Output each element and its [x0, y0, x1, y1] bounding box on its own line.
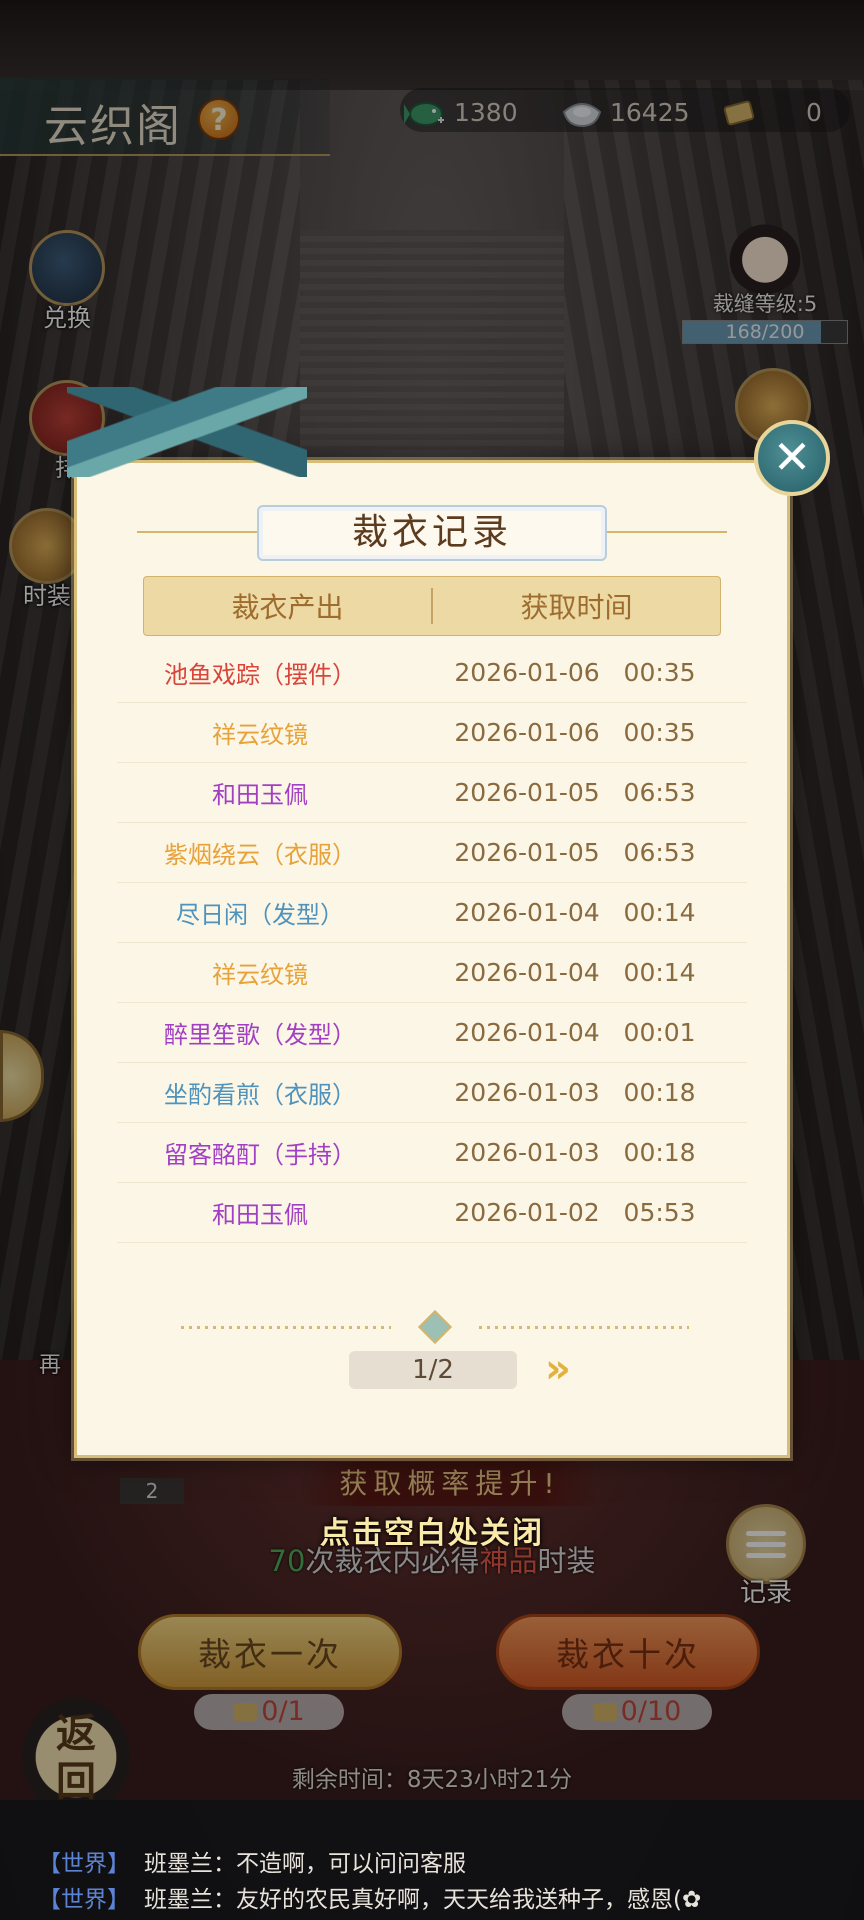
- divider-right: [479, 1326, 689, 1329]
- record-item: 紫烟绕云（衣服）: [164, 841, 356, 869]
- record-time: 2026-01-04 00:14: [454, 898, 696, 927]
- table-header: 裁衣产出 获取时间: [143, 576, 721, 636]
- tailor-record-modal: 裁衣记录 裁衣产出 获取时间 池鱼戏踪（摆件） 2026-01-06 00:35 祥…: [67, 387, 790, 1458]
- gem-icon: [418, 1310, 452, 1344]
- chat-message: 班墨兰：友好的农民真好啊，天天给我送种子，感恩(✿: [144, 1887, 702, 1913]
- record-time: 2026-01-03 00:18: [454, 1078, 696, 1107]
- record-list[interactable]: 池鱼戏踪（摆件） 2026-01-06 00:35 祥云纹镜 2026-01-06 0…: [117, 643, 747, 1243]
- table-row: 池鱼戏踪（摆件） 2026-01-06 00:35: [117, 643, 747, 703]
- column-time: 获取时间: [520, 591, 633, 624]
- table-row: 紫烟绕云（衣服） 2026-01-05 06:53: [117, 823, 747, 883]
- record-time: 2026-01-05 06:53: [454, 778, 696, 807]
- record-item: 坐酌看煎（衣服）: [164, 1081, 356, 1109]
- record-item: 池鱼戏踪（摆件）: [164, 661, 356, 689]
- table-row: 留客酩酊（手持） 2026-01-03 00:18: [117, 1123, 747, 1183]
- chat-line: 【世界】 班墨兰：友好的农民真好啊，天天给我送种子，感恩(✿: [38, 1880, 864, 1916]
- page-indicator: 1/2: [349, 1351, 517, 1389]
- mountain-decoration: [67, 387, 307, 477]
- table-row: 祥云纹镜 2026-01-06 00:35: [117, 703, 747, 763]
- next-page-icon[interactable]: »: [545, 1349, 593, 1389]
- chat-line: 【世界】 班墨兰：不造啊，可以问问客服: [38, 1844, 864, 1880]
- title-rule-right: [607, 531, 727, 533]
- pager-divider: [181, 1310, 689, 1344]
- table-row: 和田玉佩 2026-01-02 05:53: [117, 1183, 747, 1243]
- world-chat[interactable]: 【世界】 班墨兰：不造啊，可以问问客服 【世界】 班墨兰：友好的农民真好啊，天天给我…: [0, 1800, 864, 1920]
- modal-title-bar: 裁衣记录: [77, 505, 787, 561]
- table-row: 坐酌看煎（衣服） 2026-01-03 00:18: [117, 1063, 747, 1123]
- record-item: 和田玉佩: [212, 781, 308, 809]
- divider-left: [181, 1326, 391, 1329]
- record-item: 留客酩酊（手持）: [164, 1141, 356, 1169]
- record-time: 2026-01-05 06:53: [454, 838, 696, 867]
- title-rule-left: [137, 531, 257, 533]
- record-item: 尽日闲（发型）: [176, 901, 344, 929]
- record-item: 醉里笙歌（发型）: [164, 1021, 356, 1049]
- column-item: 裁衣产出: [231, 591, 344, 624]
- record-time: 2026-01-04 00:01: [454, 1018, 696, 1047]
- record-time: 2026-01-03 00:18: [454, 1138, 696, 1167]
- record-item: 和田玉佩: [212, 1201, 308, 1229]
- record-time: 2026-01-06 00:35: [454, 658, 696, 687]
- table-row: 祥云纹镜 2026-01-04 00:14: [117, 943, 747, 1003]
- close-hint: 点击空白处关闭: [320, 1516, 544, 1551]
- record-time: 2026-01-04 00:14: [454, 958, 696, 987]
- chat-channel: 【世界】: [38, 1887, 130, 1913]
- record-time: 2026-01-06 00:35: [454, 718, 696, 747]
- close-icon[interactable]: ✕: [754, 420, 830, 496]
- record-time: 2026-01-02 05:53: [454, 1198, 696, 1227]
- chat-channel: 【世界】: [38, 1851, 130, 1877]
- record-item: 祥云纹镜: [212, 721, 308, 749]
- table-row: 尽日闲（发型） 2026-01-04 00:14: [117, 883, 747, 943]
- record-item: 祥云纹镜: [212, 961, 308, 989]
- table-row: 和田玉佩 2026-01-05 06:53: [117, 763, 747, 823]
- modal-title: 裁衣记录: [257, 505, 607, 561]
- chat-message: 班墨兰：不造啊，可以问问客服: [144, 1851, 466, 1877]
- table-row: 醉里笙歌（发型） 2026-01-04 00:01: [117, 1003, 747, 1063]
